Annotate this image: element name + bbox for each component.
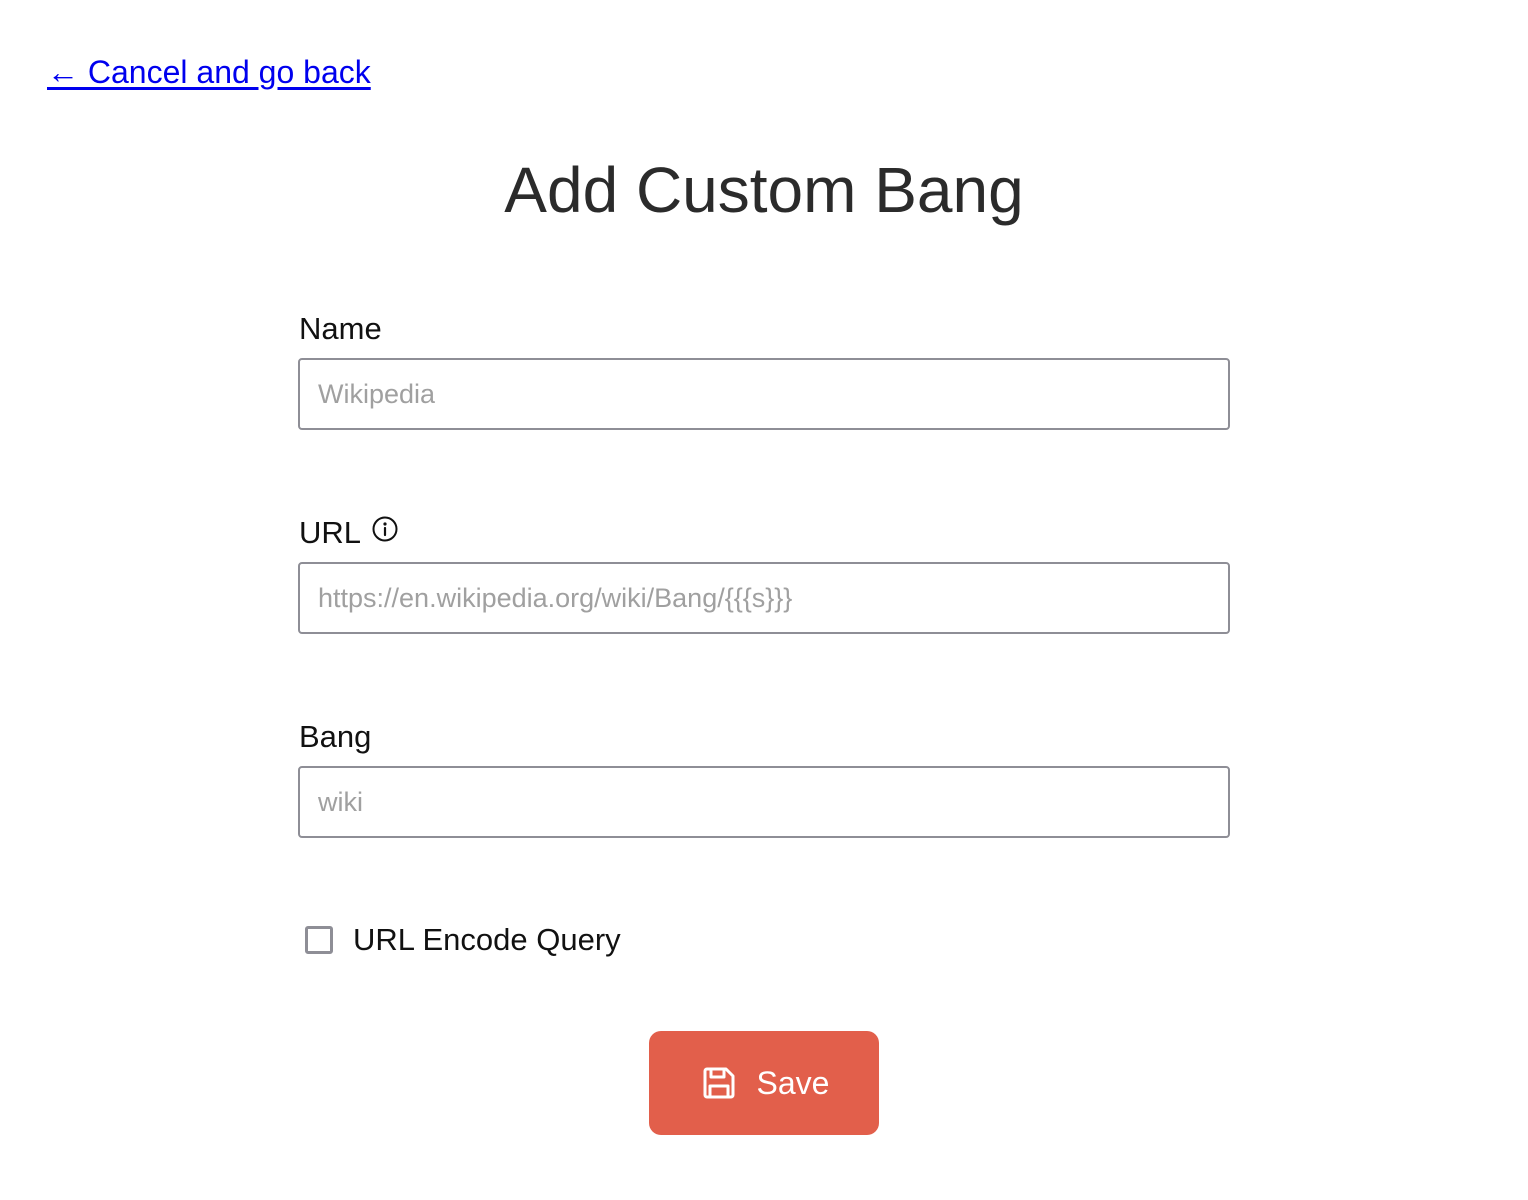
- url-input[interactable]: [298, 562, 1230, 634]
- url-label: URL: [299, 513, 399, 553]
- bang-label-text: Bang: [299, 719, 372, 754]
- add-custom-bang-page: ← Cancel and go back Add Custom Bang Nam…: [0, 0, 1528, 1200]
- save-button[interactable]: Save: [649, 1031, 879, 1135]
- bang-input[interactable]: [298, 766, 1230, 838]
- page-title: Add Custom Bang: [504, 154, 1024, 226]
- encode-query-checkbox[interactable]: [305, 926, 333, 954]
- url-label-text: URL: [299, 515, 362, 550]
- save-button-label: Save: [756, 1064, 830, 1101]
- cancel-back-link[interactable]: ← Cancel and go back: [47, 52, 371, 92]
- encode-query-row[interactable]: URL Encode Query: [305, 920, 621, 960]
- bang-label: Bang: [299, 717, 371, 757]
- name-label: Name: [299, 309, 382, 349]
- name-label-text: Name: [299, 311, 382, 346]
- save-icon: [699, 1063, 739, 1103]
- info-icon[interactable]: [371, 515, 399, 543]
- encode-query-label: URL Encode Query: [353, 922, 621, 957]
- name-input[interactable]: [298, 358, 1230, 430]
